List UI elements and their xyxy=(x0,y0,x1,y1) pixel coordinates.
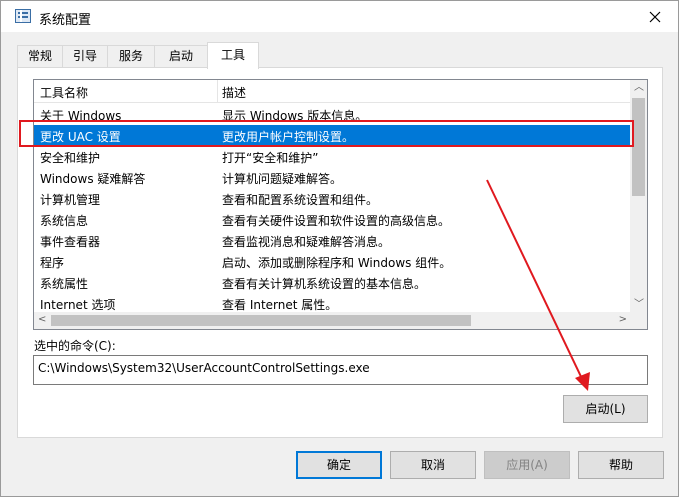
tool-description: 更改用户帐户控制设置。 xyxy=(222,130,355,144)
list-item[interactable]: 程序 启动、添加或删除程序和 Windows 组件。 xyxy=(34,251,631,272)
tab-services[interactable]: 服务 xyxy=(107,45,155,68)
selected-command-label: 选中的命令(C): xyxy=(34,339,116,353)
tool-description: 查看有关硬件设置和软件设置的高级信息。 xyxy=(222,214,451,228)
window-title: 系统配置 xyxy=(39,13,92,28)
tool-name: 系统属性 xyxy=(40,277,89,291)
tool-name: 程序 xyxy=(40,256,65,270)
msconfig-app-icon xyxy=(15,9,31,23)
scroll-up-icon[interactable]: ︿ xyxy=(634,83,644,93)
list-item[interactable]: 关于 Windows 显示 Windows 版本信息。 xyxy=(34,104,631,125)
tool-description: 查看有关计算机系统设置的基本信息。 xyxy=(222,277,427,291)
tab-boot[interactable]: 引导 xyxy=(62,45,108,68)
list-item[interactable]: 计算机管理 查看和配置系统设置和组件。 xyxy=(34,188,631,209)
vertical-scrollbar[interactable]: ︿ ﹀ xyxy=(630,80,647,313)
horizontal-scrollbar[interactable]: < > xyxy=(34,312,631,329)
close-button[interactable] xyxy=(632,1,678,32)
tool-name: 计算机管理 xyxy=(40,193,101,207)
tool-name: Internet 选项 xyxy=(40,298,116,312)
tab-startup[interactable]: 启动 xyxy=(154,45,208,68)
scrollbar-corner xyxy=(630,312,647,329)
tool-description: 查看监视消息和疑难解答消息。 xyxy=(222,235,391,249)
tool-description: 计算机问题疑难解答。 xyxy=(222,172,343,186)
column-header-description[interactable]: 描述 xyxy=(222,84,246,101)
list-item[interactable]: 事件查看器 查看监视消息和疑难解答消息。 xyxy=(34,230,631,251)
tool-description: 查看 Internet 属性。 xyxy=(222,298,338,312)
column-header-tool-name[interactable]: 工具名称 xyxy=(40,84,88,101)
title-bar: 系统配置 xyxy=(1,1,678,32)
tool-name: 系统信息 xyxy=(40,214,89,228)
tool-name: 事件查看器 xyxy=(40,235,101,249)
scroll-left-icon[interactable]: < xyxy=(38,315,46,325)
scroll-down-icon[interactable]: ﹀ xyxy=(634,300,644,310)
ok-button[interactable]: 确定 xyxy=(296,451,382,479)
list-item[interactable]: 系统属性 查看有关计算机系统设置的基本信息。 xyxy=(34,272,631,293)
launch-button[interactable]: 启动(L) xyxy=(563,395,648,423)
vertical-scroll-thumb[interactable] xyxy=(632,98,645,196)
horizontal-scroll-thumb[interactable] xyxy=(51,315,471,326)
list-header: 工具名称 描述 xyxy=(34,80,631,103)
tool-name: 关于 Windows xyxy=(40,109,122,123)
tool-description: 显示 Windows 版本信息。 xyxy=(222,109,368,123)
scroll-right-icon[interactable]: > xyxy=(619,315,627,325)
tool-description: 查看和配置系统设置和组件。 xyxy=(222,193,379,207)
system-configuration-window: 系统配置 常规 引导 服务 启动 工具 工具名称 描述 关于 Windows 显… xyxy=(0,0,679,497)
tool-description: 启动、添加或删除程序和 Windows 组件。 xyxy=(222,256,452,270)
tool-description: 打开“安全和维护” xyxy=(222,151,319,165)
list-item[interactable]: Internet 选项 查看 Internet 属性。 xyxy=(34,293,631,314)
cancel-button[interactable]: 取消 xyxy=(390,451,476,479)
tool-name: 安全和维护 xyxy=(40,151,101,165)
list-item[interactable]: 安全和维护 打开“安全和维护” xyxy=(34,146,631,167)
column-separator[interactable] xyxy=(217,80,218,102)
apply-button[interactable]: 应用(A) xyxy=(484,451,570,479)
tab-general[interactable]: 常规 xyxy=(17,45,63,68)
tab-tools[interactable]: 工具 xyxy=(207,42,259,69)
tool-name: 更改 UAC 设置 xyxy=(40,130,121,144)
tools-listview[interactable]: 工具名称 描述 关于 Windows 显示 Windows 版本信息。 更改 U… xyxy=(33,79,648,330)
selected-command-field[interactable]: C:\Windows\System32\UserAccountControlSe… xyxy=(33,355,648,385)
tool-name: Windows 疑难解答 xyxy=(40,172,146,186)
help-button[interactable]: 帮助 xyxy=(578,451,664,479)
list-item[interactable]: Windows 疑难解答 计算机问题疑难解答。 xyxy=(34,167,631,188)
list-item[interactable]: 系统信息 查看有关硬件设置和软件设置的高级信息。 xyxy=(34,209,631,230)
close-icon xyxy=(649,11,661,22)
list-item-selected[interactable]: 更改 UAC 设置 更改用户帐户控制设置。 xyxy=(34,125,631,146)
